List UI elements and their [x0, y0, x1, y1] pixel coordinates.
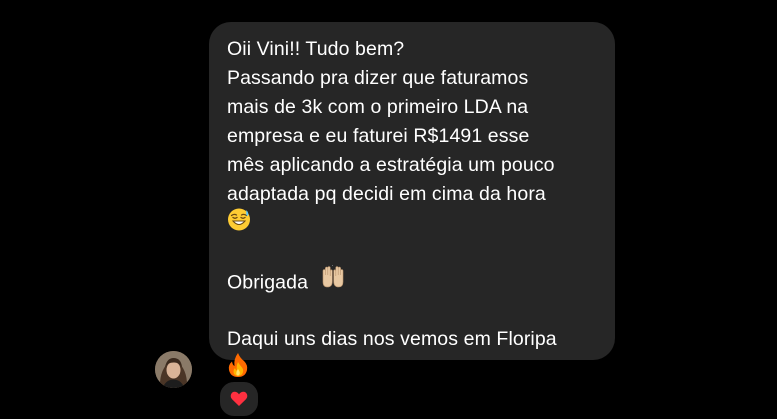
message-line: mês aplicando a estratégia um pouco: [227, 154, 555, 176]
message-line: empresa e eu faturei R$1491 esse: [227, 125, 530, 147]
message-line: [227, 238, 599, 267]
emoji-line: [227, 353, 599, 383]
reaction-badge[interactable]: [217, 379, 261, 419]
raised-hands-emoji: [320, 263, 346, 298]
sender-avatar[interactable]: [155, 351, 192, 388]
heart-icon: [230, 391, 248, 407]
message-line: Oii Vini!! Tudo bem?: [227, 38, 405, 60]
message-bubble[interactable]: Oii Vini!! Tudo bem? Passando pra dizer …: [209, 22, 615, 377]
sweat-smile-emoji: [227, 207, 251, 240]
message-line: Daqui uns dias nos vemos em Floripa: [227, 328, 557, 350]
emoji-line: [227, 207, 599, 240]
message-line: Obrigada: [227, 271, 309, 294]
message-line: mais de 3k com o primeiro LDA na: [227, 96, 529, 118]
message-line: adaptada pq decidi em cima da hora: [227, 183, 546, 205]
message-line: Passando pra dizer que faturamos: [227, 67, 529, 89]
chat-thread: Oii Vini!! Tudo bem? Passando pra dizer …: [0, 0, 777, 419]
message-line: [227, 296, 599, 325]
message-line-thanks: Obrigada: [227, 263, 599, 298]
